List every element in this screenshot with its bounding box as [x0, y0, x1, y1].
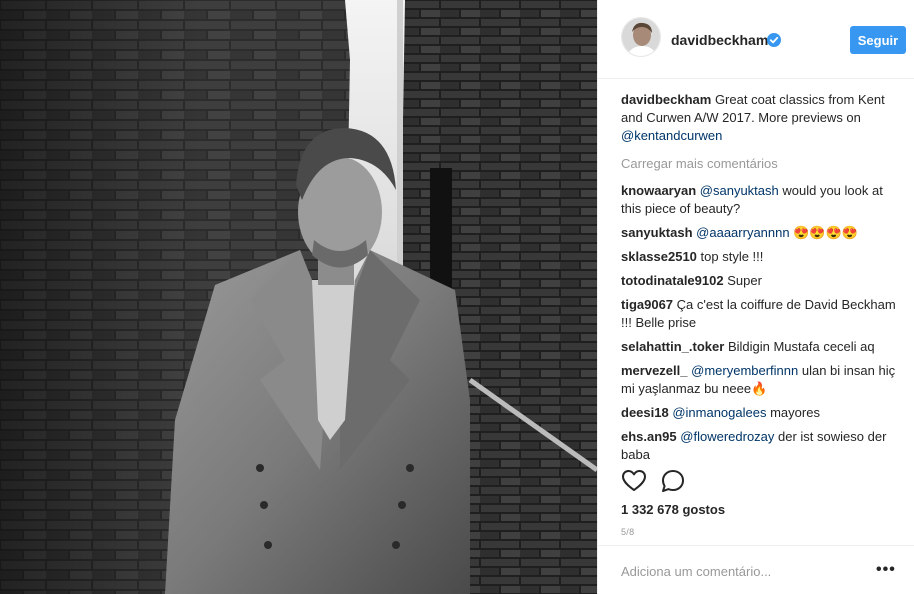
photo-illustration: [0, 0, 597, 594]
comment-username[interactable]: ehs.an95: [621, 429, 677, 444]
comment-username[interactable]: mervezell_: [621, 363, 688, 378]
comment-mention[interactable]: @meryemberfinnn: [691, 363, 798, 378]
add-comment-input[interactable]: [621, 564, 861, 579]
ellipsis-icon[interactable]: •••: [876, 561, 896, 579]
comment-item: tiga9067 Ça c'est la coiffure de David B…: [621, 296, 901, 332]
comment-mention[interactable]: @aaaarryannnn: [696, 225, 789, 240]
comment-username[interactable]: selahattin_.toker: [621, 339, 724, 354]
comment-username[interactable]: deesi18: [621, 405, 669, 420]
comment-username[interactable]: sanyuktash: [621, 225, 693, 240]
post-photo[interactable]: [0, 0, 597, 594]
comment-text: 😍😍😍😍: [789, 225, 858, 240]
comment-username[interactable]: tiga9067: [621, 297, 673, 312]
comment-mention[interactable]: @floweredrozay: [680, 429, 774, 444]
comment-text: mayores: [766, 405, 820, 420]
add-comment-section: •••: [598, 545, 914, 594]
comment-item: totodinatale9102 Super: [621, 272, 901, 290]
comment-item: ehs.an95 @floweredrozay der ist sowieso …: [621, 428, 901, 464]
caption-mention[interactable]: @kentandcurwen: [621, 128, 722, 143]
speech-bubble-icon[interactable]: [660, 468, 686, 494]
caption-username[interactable]: davidbeckham: [621, 92, 711, 107]
instagram-post: davidbeckham Seguir davidbeckham Great c…: [0, 0, 914, 594]
avatar[interactable]: [621, 17, 661, 57]
header-username[interactable]: davidbeckham: [671, 32, 768, 48]
comment-text: Bildigin Mustafa ceceli aq: [724, 339, 875, 354]
comment-item: knowaaryan @sanyuktash would you look at…: [621, 182, 901, 218]
comment-username[interactable]: totodinatale9102: [621, 273, 724, 288]
follow-button[interactable]: Seguir: [850, 26, 906, 54]
post-side-panel: davidbeckham Seguir davidbeckham Great c…: [597, 0, 914, 594]
likes-count[interactable]: 1 332 678 gostos: [621, 502, 725, 517]
load-more-comments-link[interactable]: Carregar mais comentários: [621, 155, 901, 173]
comment-item: mervezell_ @meryemberfinnn ulan bi insan…: [621, 362, 901, 398]
comment-item: sklasse2510 top style !!!: [621, 248, 901, 266]
avatar-image: [622, 18, 660, 56]
heart-icon[interactable]: [621, 468, 647, 494]
comment-text: top style !!!: [696, 249, 764, 264]
comment-text: Super: [723, 273, 762, 288]
comment-item: selahattin_.toker Bildigin Mustafa cecel…: [621, 338, 901, 356]
comment-username[interactable]: knowaaryan: [621, 183, 696, 198]
comments-list: davidbeckham Great coat classics from Ke…: [621, 91, 901, 470]
comment-item: deesi18 @inmanogalees mayores: [621, 404, 901, 422]
post-caption: davidbeckham Great coat classics from Ke…: [621, 91, 901, 145]
post-date[interactable]: 5/8: [621, 527, 634, 537]
post-header: davidbeckham Seguir: [598, 0, 914, 79]
comment-item: sanyuktash @aaaarryannnn 😍😍😍😍: [621, 224, 901, 242]
verified-badge-icon: [767, 33, 781, 47]
comment-username[interactable]: sklasse2510: [621, 249, 697, 264]
comment-mention[interactable]: @sanyuktash: [700, 183, 779, 198]
comment-mention[interactable]: @inmanogalees: [672, 405, 766, 420]
